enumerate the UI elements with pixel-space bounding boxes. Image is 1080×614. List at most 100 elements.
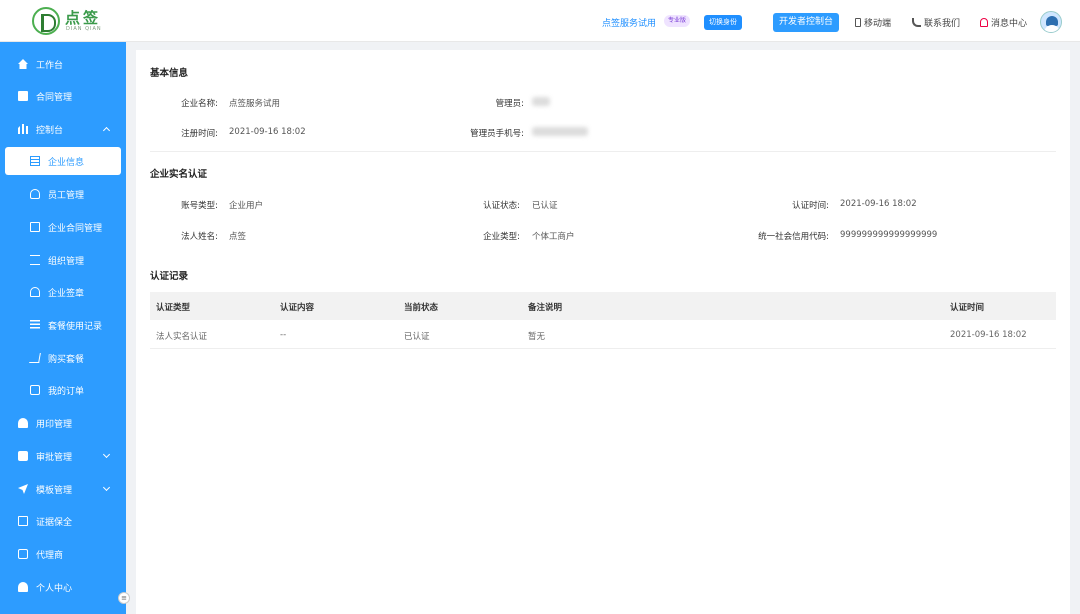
column-header: 认证时间 xyxy=(950,303,985,313)
edition-badge: 专业版 xyxy=(664,15,691,27)
phone-icon xyxy=(855,18,861,27)
sidebar-item-company-info[interactable]: 企业信息 xyxy=(5,147,121,175)
sidebar-item-label: 企业合同管理 xyxy=(48,223,103,234)
sidebar-item-label: 我的订单 xyxy=(48,386,85,397)
admin-phone-label: 管理员手机号: xyxy=(470,129,524,139)
sidebar-item-label: 模板管理 xyxy=(36,485,73,496)
sidebar-item-templates[interactable]: 模板管理 xyxy=(0,475,126,503)
cart-icon xyxy=(29,353,41,363)
sidebar-item-label: 用印管理 xyxy=(36,419,73,430)
register-time-value: 2021-09-16 18:02 xyxy=(229,127,306,137)
sidebar-item-personal[interactable]: 个人中心 xyxy=(0,573,126,601)
sidebar: 工作台 合同管理 控制台 企业信息 员工管理 企业合同管理 组织管理 企业签章 … xyxy=(0,42,126,614)
sidebar-item-label: 工作台 xyxy=(36,60,64,71)
collapse-sidebar-icon[interactable]: ≡ xyxy=(118,592,130,604)
company-name-value: 点签服务试用 xyxy=(229,99,281,109)
table-header: 认证类型 认证内容 当前状态 备注说明 认证时间 xyxy=(150,292,1056,320)
checklist-icon xyxy=(18,451,28,461)
brand-logo[interactable]: 点签 DIAN QIAN xyxy=(32,7,102,35)
table-cell: 法人实名认证 xyxy=(156,332,208,342)
sidebar-item-label: 个人中心 xyxy=(36,583,73,594)
building-icon xyxy=(30,156,40,166)
bar-chart-icon xyxy=(18,124,28,134)
credit-code-value: 999999999999999999 xyxy=(840,230,938,240)
legal-person-value: 点签 xyxy=(229,232,247,242)
logo-icon xyxy=(32,7,60,35)
chevron-down-icon xyxy=(102,483,111,492)
logo-subtext: DIAN QIAN xyxy=(66,26,102,32)
sidebar-item-console[interactable]: 控制台 xyxy=(0,115,126,143)
table-cell: -- xyxy=(280,330,287,340)
table-row: 法人实名认证 -- 已认证 暂无 2021-09-16 18:02 xyxy=(150,320,1056,349)
column-header: 认证类型 xyxy=(156,303,191,313)
org-name: 点签服务试用 xyxy=(602,19,657,29)
admin-value-redacted xyxy=(532,97,550,106)
developer-console-button[interactable]: 开发者控制台 xyxy=(773,13,839,32)
account-type-label: 账号类型: xyxy=(181,201,218,211)
sidebar-item-label: 购买套餐 xyxy=(48,354,85,365)
sidebar-item-company-seal[interactable]: 企业签章 xyxy=(0,278,126,306)
verify-time-label: 认证时间: xyxy=(792,201,829,211)
home-icon xyxy=(18,59,28,69)
mobile-link[interactable]: 移动端 xyxy=(855,16,891,29)
person-icon xyxy=(18,418,28,428)
sidebar-item-evidence[interactable]: 证据保全 xyxy=(0,507,126,535)
list-icon xyxy=(30,320,40,330)
mobile-label: 移动端 xyxy=(864,19,892,29)
org-chart-icon xyxy=(30,255,40,265)
column-header: 认证内容 xyxy=(280,303,315,313)
switch-identity-button[interactable]: 切换身份 xyxy=(704,15,742,30)
sidebar-item-agents[interactable]: 代理商 xyxy=(0,540,126,568)
file-icon xyxy=(30,222,40,232)
avatar[interactable] xyxy=(1040,11,1062,33)
register-time-label: 注册时间: xyxy=(181,129,218,139)
sidebar-item-package-usage[interactable]: 套餐使用记录 xyxy=(0,311,126,339)
send-icon xyxy=(18,484,28,494)
section-title-basic-info: 基本信息 xyxy=(150,68,189,79)
chevron-down-icon xyxy=(102,450,111,459)
sidebar-item-workbench[interactable]: 工作台 xyxy=(0,50,126,78)
user-icon xyxy=(30,189,40,199)
briefcase-icon xyxy=(18,549,28,559)
company-name-label: 企业名称: xyxy=(181,99,218,109)
bell-icon xyxy=(980,18,988,27)
sidebar-item-company-contracts[interactable]: 企业合同管理 xyxy=(0,213,126,241)
verify-status-value: 已认证 xyxy=(532,201,558,211)
telephone-icon xyxy=(912,18,921,27)
sidebar-item-buy-package[interactable]: 购买套餐 xyxy=(0,344,126,372)
records-table: 认证类型 认证内容 当前状态 备注说明 认证时间 法人实名认证 -- 已认证 暂… xyxy=(150,292,1056,349)
messages-label: 消息中心 xyxy=(991,19,1028,29)
sidebar-item-seal-usage[interactable]: 用印管理 xyxy=(0,409,126,437)
verify-status-label: 认证状态: xyxy=(483,201,520,211)
top-header: 点签 DIAN QIAN 点签服务试用 专业版 切换身份 开发者控制台 移动端 … xyxy=(0,0,1080,42)
contact-link[interactable]: 联系我们 xyxy=(912,16,960,29)
sidebar-item-label: 代理商 xyxy=(36,550,64,561)
sidebar-item-label: 组织管理 xyxy=(48,256,85,267)
sidebar-item-label: 审批管理 xyxy=(36,452,73,463)
table-cell: 已认证 xyxy=(404,332,430,342)
sidebar-item-label: 证据保全 xyxy=(36,517,73,528)
contact-label: 联系我们 xyxy=(924,19,961,29)
section-title-records: 认证记录 xyxy=(150,271,189,282)
sidebar-item-approval[interactable]: 审批管理 xyxy=(0,442,126,470)
section-divider xyxy=(150,151,1056,152)
table-cell: 暂无 xyxy=(528,332,546,342)
document-icon xyxy=(18,91,28,101)
sidebar-item-my-orders[interactable]: 我的订单 xyxy=(0,376,126,404)
person-icon xyxy=(18,582,28,592)
sidebar-item-label: 控制台 xyxy=(36,125,64,136)
sidebar-item-label: 套餐使用记录 xyxy=(48,321,103,332)
messages-link[interactable]: 消息中心 xyxy=(980,16,1027,29)
sidebar-item-organization[interactable]: 组织管理 xyxy=(0,246,126,274)
company-type-value: 个体工商户 xyxy=(532,232,575,242)
column-header: 备注说明 xyxy=(528,303,563,313)
sidebar-item-staff[interactable]: 员工管理 xyxy=(0,180,126,208)
legal-person-label: 法人姓名: xyxy=(181,232,218,242)
company-type-label: 企业类型: xyxy=(483,232,520,242)
chevron-up-icon xyxy=(102,126,111,135)
admin-phone-redacted xyxy=(532,127,588,136)
credit-code-label: 统一社会信用代码: xyxy=(758,232,829,242)
sidebar-item-contracts[interactable]: 合同管理 xyxy=(0,82,126,110)
order-icon xyxy=(30,385,40,395)
section-title-verification: 企业实名认证 xyxy=(150,169,208,180)
